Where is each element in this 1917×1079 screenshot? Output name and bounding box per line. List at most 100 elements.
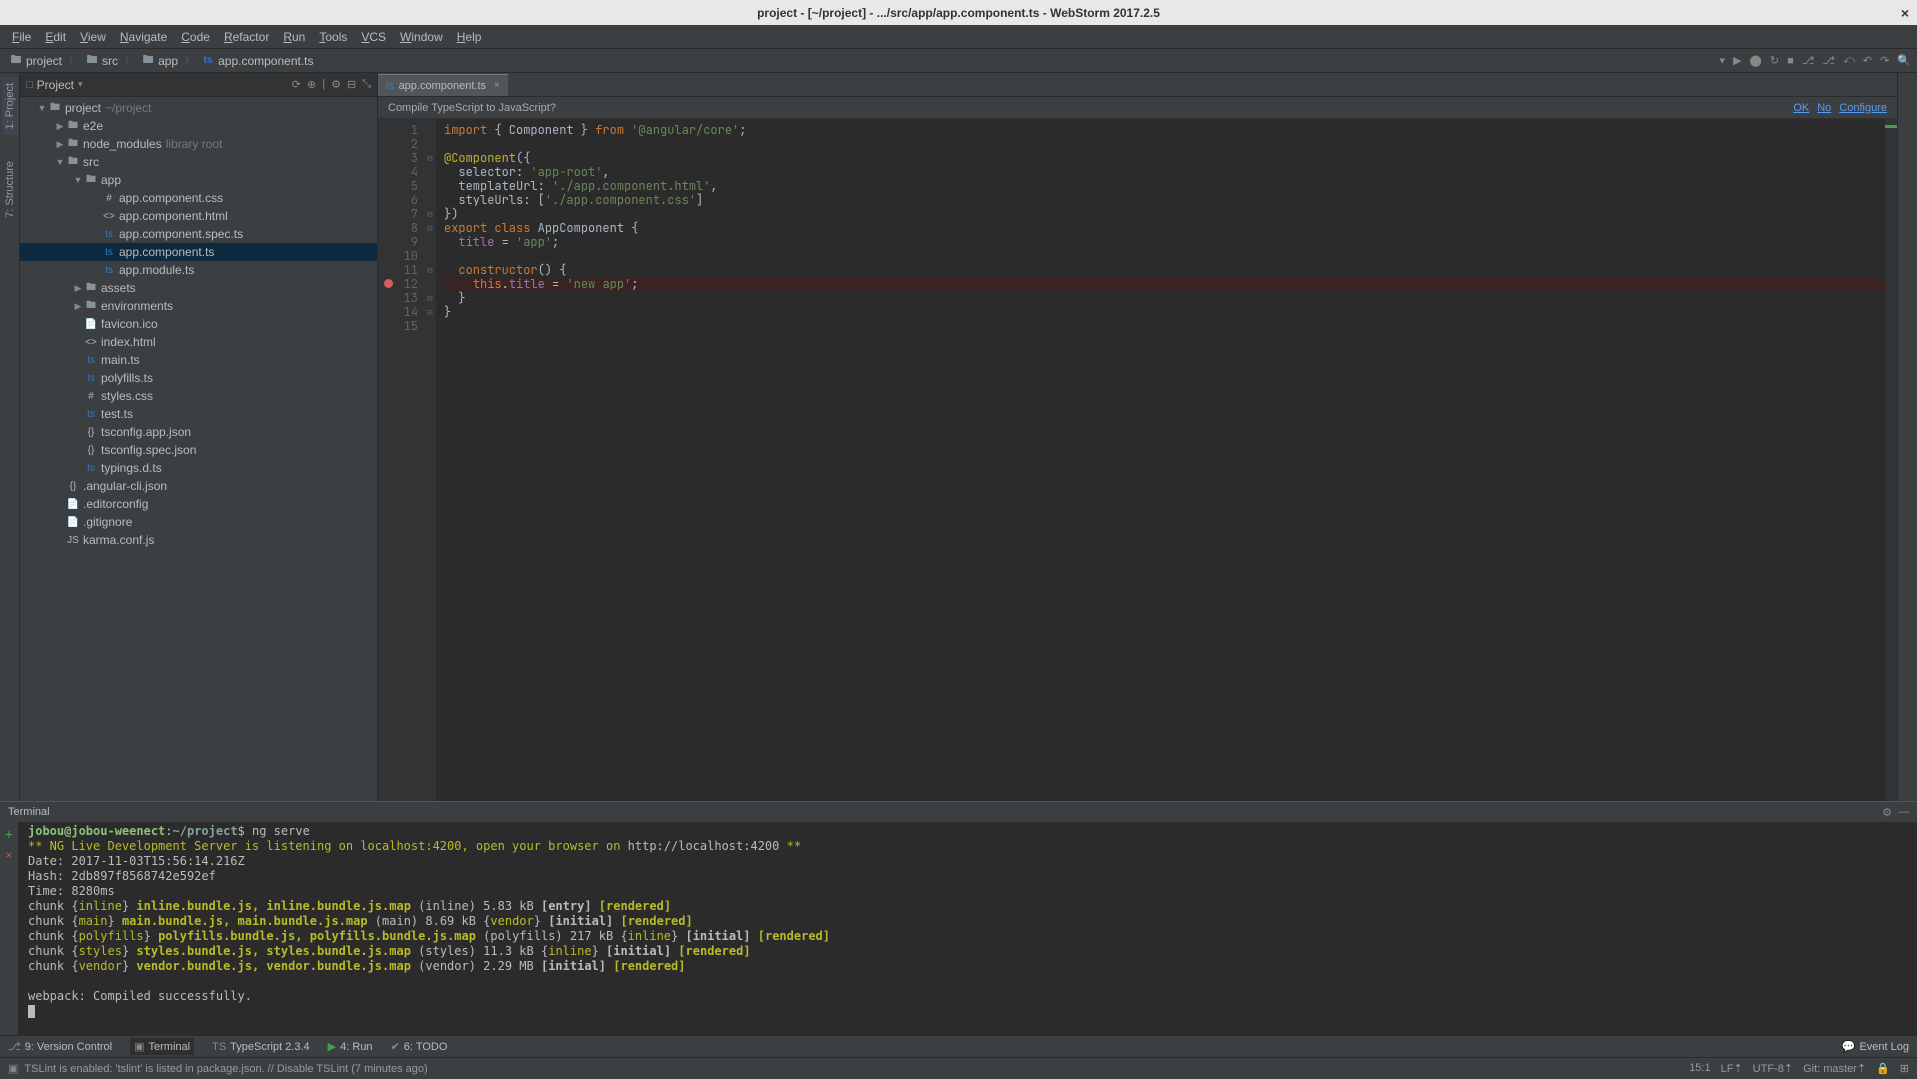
code-line[interactable]: title = 'app'; xyxy=(444,235,1885,249)
tree-item-node_modules[interactable]: ▶🖿node_moduleslibrary root xyxy=(20,135,377,153)
code-editor[interactable]: 123456789101112131415 ⊟⊟⊟⊟⊟⊟ import { Co… xyxy=(378,119,1897,801)
menu-tools[interactable]: Tools xyxy=(313,28,353,46)
tree-item-styles.css[interactable]: #styles.css xyxy=(20,387,377,405)
project-panel-title[interactable]: □ Project ▾ xyxy=(26,78,83,92)
code-line[interactable] xyxy=(444,319,1885,333)
toolbar-icon-5[interactable]: ⎇ xyxy=(1802,54,1815,67)
status-item-2[interactable]: UTF-8⇡ xyxy=(1753,1062,1793,1075)
fold-icon[interactable]: ⊟ xyxy=(424,221,436,235)
tool-tab-terminal[interactable]: ▣Terminal xyxy=(130,1038,194,1055)
fold-icon[interactable]: ⊟ xyxy=(424,151,436,165)
fold-icon[interactable]: ⊟ xyxy=(424,207,436,221)
arrow-icon[interactable]: ▼ xyxy=(36,103,48,113)
proj-tool-4[interactable]: ⊟ xyxy=(347,78,356,91)
status-item-1[interactable]: LF⇡ xyxy=(1721,1062,1743,1075)
line-number[interactable]: 1 xyxy=(378,123,418,137)
arrow-icon[interactable]: ▼ xyxy=(54,157,66,167)
proj-tool-1[interactable]: ⊕ xyxy=(307,78,316,91)
tree-item-tsconfig.spec.json[interactable]: {}tsconfig.spec.json xyxy=(20,441,377,459)
menu-view[interactable]: View xyxy=(74,28,112,46)
tool-tab-todo[interactable]: ✔6: TODO xyxy=(391,1040,448,1053)
status-icon[interactable]: ▣ xyxy=(8,1062,18,1075)
tree-item-app.component.html[interactable]: <>app.component.html xyxy=(20,207,377,225)
close-icon[interactable]: × xyxy=(1901,5,1909,21)
toolbar-icon-8[interactable]: ↶ xyxy=(1863,54,1872,67)
terminal-output[interactable]: jobou@jobou-weenect:~/project$ ng serve*… xyxy=(18,822,1917,1035)
code-line[interactable]: import { Component } from '@angular/core… xyxy=(444,123,1885,137)
code-line[interactable]: } xyxy=(444,291,1885,305)
tree-item-app.module.ts[interactable]: tsapp.module.ts xyxy=(20,261,377,279)
line-number[interactable]: 11 xyxy=(378,263,418,277)
gear-icon[interactable]: ⚙ xyxy=(1882,806,1892,819)
menu-vcs[interactable]: VCS xyxy=(355,28,392,46)
arrow-icon[interactable]: ▼ xyxy=(72,175,84,185)
toolbar-icon-9[interactable]: ↷ xyxy=(1880,54,1889,67)
code-line[interactable]: selector: 'app-root', xyxy=(444,165,1885,179)
fold-icon[interactable]: ⊟ xyxy=(424,305,436,319)
toolbar-icon-3[interactable]: ↻ xyxy=(1770,54,1779,67)
tool-tab-run[interactable]: ▶4: Run xyxy=(328,1040,373,1053)
tree-item-typings.d.ts[interactable]: tstypings.d.ts xyxy=(20,459,377,477)
tree-item-src[interactable]: ▼🖿src xyxy=(20,153,377,171)
code-line[interactable]: export class AppComponent { xyxy=(444,221,1885,235)
minimize-icon[interactable]: — xyxy=(1898,806,1909,819)
fold-column[interactable]: ⊟⊟⊟⊟⊟⊟ xyxy=(424,119,436,801)
menu-window[interactable]: Window xyxy=(394,28,449,46)
crumb-project[interactable]: 🖿project xyxy=(6,53,65,69)
line-number[interactable]: 13 xyxy=(378,291,418,305)
line-number[interactable]: 9 xyxy=(378,235,418,249)
code-line[interactable]: @Component({ xyxy=(444,151,1885,165)
menu-refactor[interactable]: Refactor xyxy=(218,28,275,46)
menu-help[interactable]: Help xyxy=(451,28,488,46)
line-number[interactable]: 4 xyxy=(378,165,418,179)
toolbar-icon-6[interactable]: ⎇ xyxy=(1822,54,1835,67)
toolbar-icon-4[interactable]: ■ xyxy=(1787,55,1794,67)
arrow-icon[interactable]: ▶ xyxy=(54,139,66,150)
tool-tab-typescript[interactable]: TSTypeScript 2.3.4 xyxy=(212,1041,310,1053)
code-line[interactable] xyxy=(444,249,1885,263)
fold-icon[interactable]: ⊟ xyxy=(424,263,436,277)
code-line[interactable]: styleUrls: ['./app.component.css'] xyxy=(444,193,1885,207)
code-line[interactable] xyxy=(444,137,1885,151)
toolbar-icon-1[interactable]: ▶ xyxy=(1733,54,1741,67)
tree-item-main.ts[interactable]: tsmain.ts xyxy=(20,351,377,369)
proj-tool-3[interactable]: ⚙ xyxy=(331,78,341,91)
status-item-4[interactable]: 🔒 xyxy=(1876,1062,1890,1075)
close-tab-icon[interactable]: × xyxy=(494,80,500,91)
toolbar-icon-7[interactable]: ⤺ xyxy=(1843,54,1855,67)
tree-item-app.component.spec.ts[interactable]: tsapp.component.spec.ts xyxy=(20,225,377,243)
project-tree[interactable]: ▼🖿project~/project▶🖿e2e▶🖿node_moduleslib… xyxy=(20,97,377,801)
tree-item-index.html[interactable]: <>index.html xyxy=(20,333,377,351)
menu-edit[interactable]: Edit xyxy=(39,28,72,46)
line-number[interactable]: 12 xyxy=(378,277,418,291)
status-item-5[interactable]: ⊞ xyxy=(1900,1062,1909,1075)
line-number[interactable]: 2 xyxy=(378,137,418,151)
arrow-icon[interactable]: ▶ xyxy=(54,121,66,132)
tree-item-app.component.css[interactable]: #app.component.css xyxy=(20,189,377,207)
notif-configure-link[interactable]: Configure xyxy=(1839,102,1887,114)
line-number[interactable]: 7 xyxy=(378,207,418,221)
tree-item-.angular-cli.json[interactable]: {}.angular-cli.json xyxy=(20,477,377,495)
tree-item-favicon.ico[interactable]: 📄favicon.ico xyxy=(20,315,377,333)
proj-tool-2[interactable]: | xyxy=(322,78,325,91)
toolbar-icon-2[interactable]: ⬤ xyxy=(1750,54,1762,67)
editor-tab[interactable]: ts app.component.ts × xyxy=(378,74,508,96)
line-number[interactable]: 14 xyxy=(378,305,418,319)
line-number[interactable]: 6 xyxy=(378,193,418,207)
code-line[interactable]: constructor() { xyxy=(444,263,1885,277)
line-gutter[interactable]: 123456789101112131415 xyxy=(378,119,424,801)
notif-no-link[interactable]: No xyxy=(1817,102,1831,114)
line-number[interactable]: 15 xyxy=(378,319,418,333)
event-log-tab[interactable]: 💬Event Log xyxy=(1842,1040,1909,1053)
tree-item-polyfills.ts[interactable]: tspolyfills.ts xyxy=(20,369,377,387)
tool-tab-versioncontrol[interactable]: ⎇9: Version Control xyxy=(8,1040,112,1053)
status-item-3[interactable]: Git: master⇡ xyxy=(1803,1062,1866,1075)
close-terminal-icon[interactable]: × xyxy=(5,848,12,862)
arrow-icon[interactable]: ▶ xyxy=(72,301,84,312)
tree-item-app[interactable]: ▼🖿app xyxy=(20,171,377,189)
add-terminal-icon[interactable]: + xyxy=(5,826,13,842)
line-number[interactable]: 3 xyxy=(378,151,418,165)
left-tab-structure[interactable]: 7: Structure xyxy=(2,155,18,224)
arrow-icon[interactable]: ▶ xyxy=(72,283,84,294)
code-line[interactable]: this.title = 'new app'; xyxy=(444,277,1885,291)
